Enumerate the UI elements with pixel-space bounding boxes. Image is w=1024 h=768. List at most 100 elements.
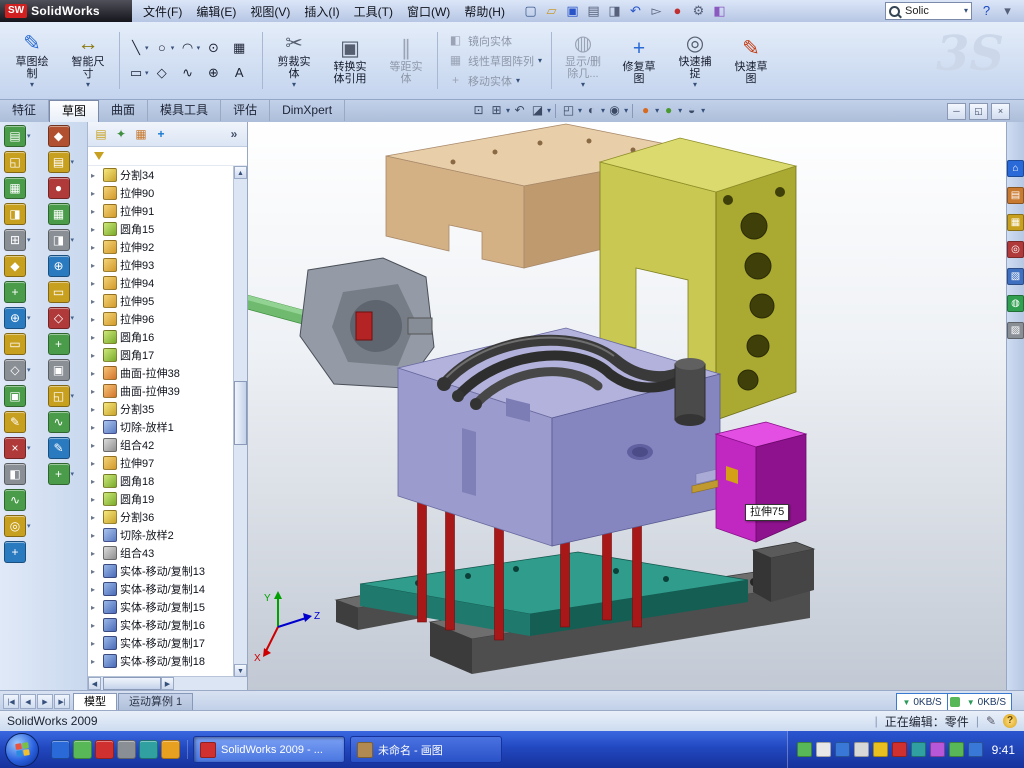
tree-item[interactable]: ▸组合43 [88, 544, 234, 562]
tab-surfaces[interactable]: 曲面 [99, 100, 148, 121]
dropdown-arrow-icon[interactable]: ▾ [538, 57, 542, 65]
expand-arrow-icon[interactable]: ▸ [91, 639, 100, 648]
tree-item[interactable]: ▸圆角15 [88, 220, 234, 238]
doc-close-button[interactable]: × [991, 103, 1010, 120]
polygon-tool-icon[interactable]: ◇ [153, 63, 171, 83]
dropdown-arrow-icon[interactable]: ▾ [71, 158, 75, 166]
tree-item[interactable]: ▸分割34 [88, 166, 234, 184]
expand-arrow-icon[interactable]: ▸ [91, 459, 100, 468]
previous-view-icon[interactable]: ↶ [511, 102, 528, 119]
dropdown-arrow-icon[interactable]: ▾ [547, 107, 551, 115]
left-tool-icon[interactable]: ✎ [4, 411, 26, 433]
scrollbar-thumb[interactable] [234, 381, 247, 445]
expand-arrow-icon[interactable]: ▸ [91, 441, 100, 450]
tray-icon-1[interactable] [797, 742, 812, 757]
graphics-viewport[interactable]: Y Z X 拉伸75 [248, 122, 1006, 690]
rebuild-icon[interactable]: ● [668, 2, 687, 20]
point-tool-icon[interactable]: ⊕ [204, 63, 222, 83]
tray-icon-10[interactable] [968, 742, 983, 757]
left-tool-icon[interactable]: ▣ [4, 385, 26, 407]
dropdown-arrow-icon[interactable]: ▾ [581, 81, 585, 89]
dropdown-arrow-icon[interactable]: ▾ [292, 81, 296, 89]
appearances-icon[interactable]: ◍ [1007, 295, 1024, 312]
left-tool-icon[interactable]: ▣ [48, 359, 70, 381]
search-box[interactable]: ▾ [885, 2, 972, 20]
dropdown-arrow-icon[interactable]: ▾ [655, 107, 659, 115]
zoom-area-icon[interactable]: ⊞ [488, 102, 505, 119]
dropdown-arrow-icon[interactable]: ▾ [145, 69, 149, 77]
quicklaunch-desktop-icon[interactable] [73, 740, 92, 759]
left-tool-icon[interactable]: ● [48, 177, 70, 199]
left-tool-icon[interactable]: ◆ [48, 125, 70, 147]
expand-arrow-icon[interactable]: ▸ [91, 351, 100, 360]
options-icon[interactable]: ⚙ [689, 2, 708, 20]
expand-arrow-icon[interactable]: ▸ [91, 261, 100, 270]
expand-arrow-icon[interactable]: ▸ [91, 315, 100, 324]
tab-mold-tools[interactable]: 模具工具 [148, 100, 221, 121]
left-tool-icon[interactable]: ✎ [48, 437, 70, 459]
dropdown-arrow-icon[interactable]: ▾ [27, 132, 31, 140]
toolbar-button-convert-entities[interactable]: ▣转换实体引用 [322, 24, 378, 97]
first-sheet-button[interactable]: |◀ [3, 694, 19, 709]
left-tool-icon[interactable]: ◨ [4, 203, 26, 225]
expand-arrow-icon[interactable]: ▸ [91, 171, 100, 180]
tree-item[interactable]: ▸圆角18 [88, 472, 234, 490]
dropdown-arrow-icon[interactable]: ▾ [27, 314, 31, 322]
dropdown-arrow-icon[interactable]: ▾ [71, 314, 75, 322]
expand-arrow-icon[interactable]: ▸ [91, 207, 100, 216]
tab-sketch[interactable]: 草图 [49, 100, 99, 122]
expand-arrow-icon[interactable]: ▸ [91, 243, 100, 252]
featuremanager-tree-icon[interactable]: ▤ [93, 126, 109, 142]
tab-evaluate[interactable]: 评估 [221, 100, 270, 121]
scroll-up-icon[interactable]: ▲ [234, 166, 247, 179]
tree-item[interactable]: ▸拉伸90 [88, 184, 234, 202]
expand-arrow-icon[interactable]: ▸ [91, 513, 100, 522]
file-explorer-icon[interactable]: ▦ [1007, 214, 1024, 231]
hide-show-items-icon[interactable]: ◉ [606, 102, 623, 119]
quicklaunch-media-icon[interactable] [139, 740, 158, 759]
tab-features[interactable]: 特征 [0, 100, 49, 121]
design-library-icon[interactable]: ▤ [1007, 187, 1024, 204]
edit-appearance-icon[interactable]: ● [637, 102, 654, 119]
left-tool-icon[interactable]: ∿ [4, 489, 26, 511]
quicklaunch-internet-icon[interactable] [51, 740, 70, 759]
dropdown-arrow-icon[interactable]: ▾ [27, 444, 31, 452]
dropdown-arrow-icon[interactable]: ▾ [71, 236, 75, 244]
left-tool-icon[interactable]: ⊞ [4, 229, 26, 251]
tray-icon-6[interactable] [892, 742, 907, 757]
dropdown-arrow-icon[interactable]: ▾ [171, 44, 175, 52]
expand-arrow-icon[interactable]: ▸ [91, 621, 100, 630]
tree-item[interactable]: ▸分割36 [88, 508, 234, 526]
tree-item[interactable]: ▸圆角16 [88, 328, 234, 346]
tree-item[interactable]: ▸实体-移动/复制18 [88, 652, 234, 670]
toolbar-button-quick-snaps[interactable]: ◎快速捕捉▾ [667, 24, 723, 97]
undo-icon[interactable]: ↶ [626, 2, 645, 20]
dropdown-arrow-icon[interactable]: ▾ [71, 470, 75, 478]
menu-item[interactable]: 帮助(H) [457, 1, 512, 22]
scroll-right-icon[interactable]: ▶ [161, 677, 174, 690]
expand-arrow-icon[interactable]: ▸ [91, 405, 100, 414]
dropdown-arrow-icon[interactable]: ▾ [27, 366, 31, 374]
quicklaunch-paint-icon[interactable] [161, 740, 180, 759]
expand-arrow-icon[interactable]: ▸ [91, 225, 100, 234]
next-sheet-button[interactable]: ▶ [37, 694, 53, 709]
dropdown-arrow-icon[interactable]: ▾ [506, 107, 510, 115]
toolbar-button-display-delete-relations[interactable]: ◍显示/删除几...▾ [555, 24, 611, 97]
dropdown-arrow-icon[interactable]: ▾ [516, 77, 520, 85]
text-tool-icon[interactable]: A [230, 63, 248, 83]
filter-icon[interactable] [94, 152, 104, 160]
dropdown-arrow-icon[interactable]: ▾ [27, 522, 31, 530]
expand-arrow-icon[interactable]: ▸ [91, 369, 100, 378]
tree-item[interactable]: ▸拉伸93 [88, 256, 234, 274]
view-settings-icon[interactable]: ◒ [683, 102, 700, 119]
expand-arrow-icon[interactable]: ▸ [91, 657, 100, 666]
toolbar-options-icon[interactable]: ▾ [998, 2, 1017, 20]
dropdown-arrow-icon[interactable]: ▾ [678, 107, 682, 115]
tree-item[interactable]: ▸拉伸96 [88, 310, 234, 328]
sketch-pattern-icon[interactable]: ▦ [230, 38, 248, 58]
tree-item[interactable]: ▸拉伸91 [88, 202, 234, 220]
expand-arrow-icon[interactable]: ▸ [91, 189, 100, 198]
left-tool-icon[interactable]: ▭ [48, 281, 70, 303]
toolbar-button-sketch[interactable]: ✎草图绘制▾ [4, 24, 60, 97]
left-tool-icon[interactable]: + [48, 463, 70, 485]
